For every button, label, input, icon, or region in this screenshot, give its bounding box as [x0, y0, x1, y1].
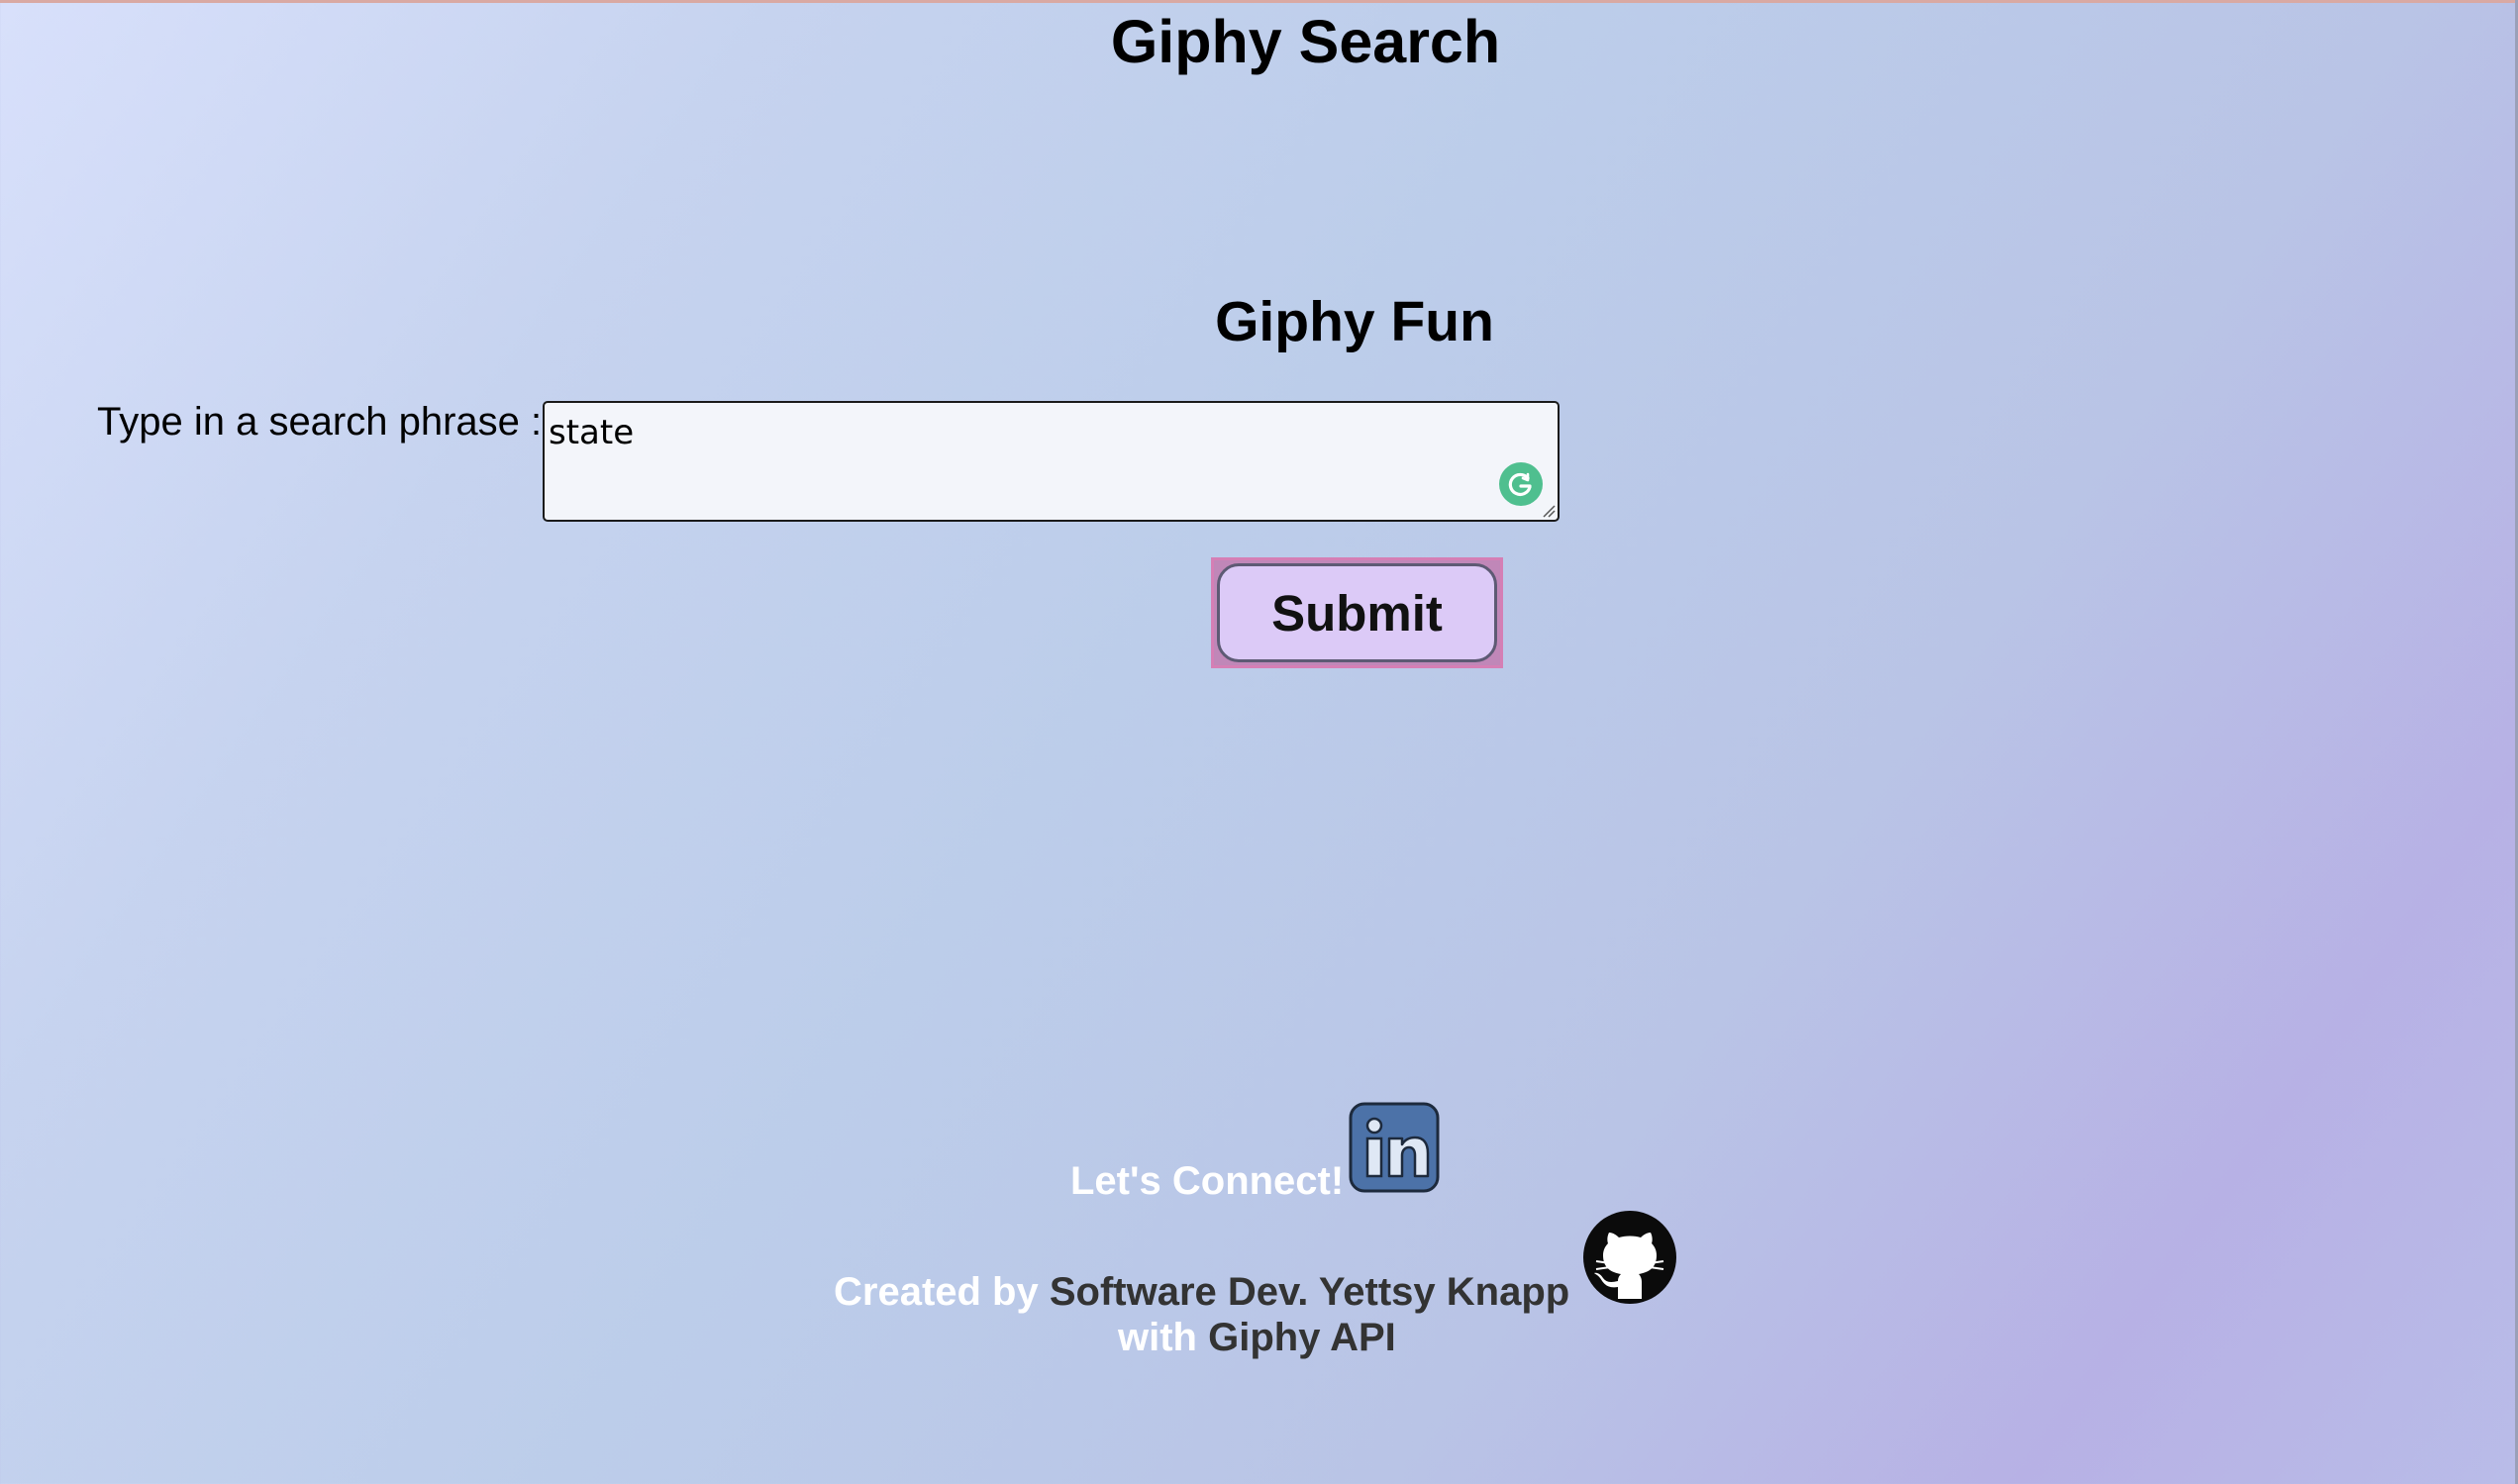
submit-label: Submit — [1217, 563, 1497, 662]
api-credit-line: with Giphy API — [1118, 1313, 1396, 1362]
author-link[interactable]: Software Dev. Yettsy Knapp — [1050, 1270, 1569, 1314]
page-title: Giphy Search — [1110, 8, 1501, 75]
resize-handle-icon[interactable] — [1542, 504, 1556, 518]
github-icon — [1583, 1211, 1676, 1304]
g-glyph-icon — [1508, 472, 1532, 497]
window-top-border — [0, 0, 2518, 3]
with-text: with — [1118, 1316, 1209, 1359]
search-label: Type in a search phrase : — [97, 400, 543, 444]
section-title: Giphy Fun — [1215, 290, 1494, 353]
submit-button[interactable]: Submit — [1211, 557, 1503, 668]
credit-line: Created by Software Dev. Yettsy Knapp — [834, 1267, 1569, 1317]
linkedin-link[interactable] — [1349, 1102, 1440, 1193]
connect-text: Let's Connect! — [1070, 1159, 1345, 1203]
created-by-text: Created by — [834, 1270, 1050, 1314]
search-input[interactable] — [543, 401, 1560, 522]
giphy-api-link[interactable]: Giphy API — [1208, 1316, 1396, 1359]
grammar-assistant-icon[interactable] — [1499, 462, 1543, 506]
linkedin-icon — [1349, 1102, 1440, 1193]
github-link[interactable] — [1582, 1210, 1677, 1305]
